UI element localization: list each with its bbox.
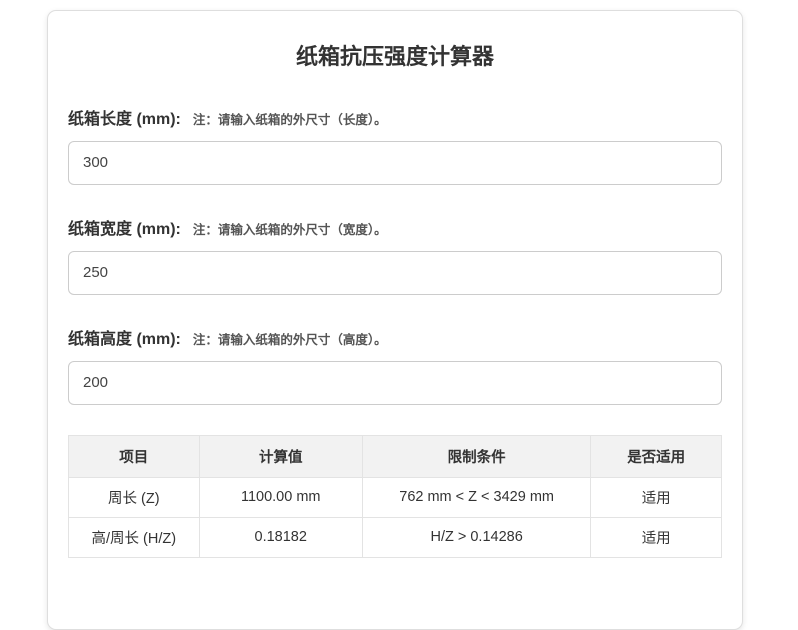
perimeter-value: 1100.00 mm <box>198 476 363 518</box>
header-condition: 限制条件 <box>361 434 592 478</box>
width-field-group: 纸箱宽度 (mm): 注：请输入纸箱的外尺寸（宽度）。 <box>68 215 722 295</box>
height-input[interactable] <box>68 360 722 405</box>
length-label-row: 纸箱长度 (mm): 注：请输入纸箱的外尺寸（长度）。 <box>68 105 722 129</box>
header-item: 项目 <box>68 434 200 478</box>
table-row-perimeter: 周长 (Z) 1100.00 mm 762 mm < Z < 3429 mm 适… <box>68 476 722 518</box>
results-table-body: 周长 (Z) 1100.00 mm 762 mm < Z < 3429 mm 适… <box>68 476 722 558</box>
width-label: 纸箱宽度 (mm): <box>68 220 181 238</box>
page-title: 纸箱抗压强度计算器 <box>295 44 494 69</box>
height-label-row: 纸箱高度 (mm): 注：请输入纸箱的外尺寸（高度）。 <box>68 325 722 349</box>
length-label: 纸箱长度 (mm): <box>68 110 181 128</box>
results-table: 项目 计算值 限制条件 是否适用 周长 (Z) 1100.00 mm 762 m… <box>68 434 722 558</box>
length-field-group: 纸箱长度 (mm): 注：请输入纸箱的外尺寸（长度）。 <box>68 105 722 185</box>
length-input[interactable] <box>68 140 722 185</box>
width-label-row: 纸箱宽度 (mm): 注：请输入纸箱的外尺寸（宽度）。 <box>68 215 722 239</box>
length-note: 注：请输入纸箱的外尺寸（长度）。 <box>192 112 387 127</box>
width-input[interactable] <box>68 250 722 295</box>
height-field-group: 纸箱高度 (mm): 注：请输入纸箱的外尺寸（高度）。 <box>68 325 722 405</box>
height-note: 注：请输入纸箱的外尺寸（高度）。 <box>192 332 387 347</box>
hz-ratio-item: 高/周长 (H/Z) <box>68 516 200 558</box>
hz-ratio-status-badge: 适用 <box>590 516 722 558</box>
height-label: 纸箱高度 (mm): <box>68 330 181 348</box>
results-table-head: 项目 计算值 限制条件 是否适用 <box>68 434 722 478</box>
hz-ratio-value: 0.18182 <box>198 516 363 558</box>
perimeter-status-badge: 适用 <box>590 476 722 518</box>
width-note: 注：请输入纸箱的外尺寸（宽度）。 <box>192 222 387 237</box>
header-applicable: 是否适用 <box>590 434 722 478</box>
calculator-card: 纸箱抗压强度计算器 纸箱长度 (mm): 注：请输入纸箱的外尺寸（长度）。 纸箱… <box>47 10 743 630</box>
perimeter-condition: 762 mm < Z < 3429 mm <box>361 476 592 518</box>
header-value: 计算值 <box>198 434 363 478</box>
table-row-hz-ratio: 高/周长 (H/Z) 0.18182 H/Z > 0.14286 适用 <box>68 516 722 558</box>
results-header-row: 项目 计算值 限制条件 是否适用 <box>68 434 722 478</box>
hz-ratio-condition: H/Z > 0.14286 <box>361 516 592 558</box>
perimeter-item: 周长 (Z) <box>68 476 200 518</box>
